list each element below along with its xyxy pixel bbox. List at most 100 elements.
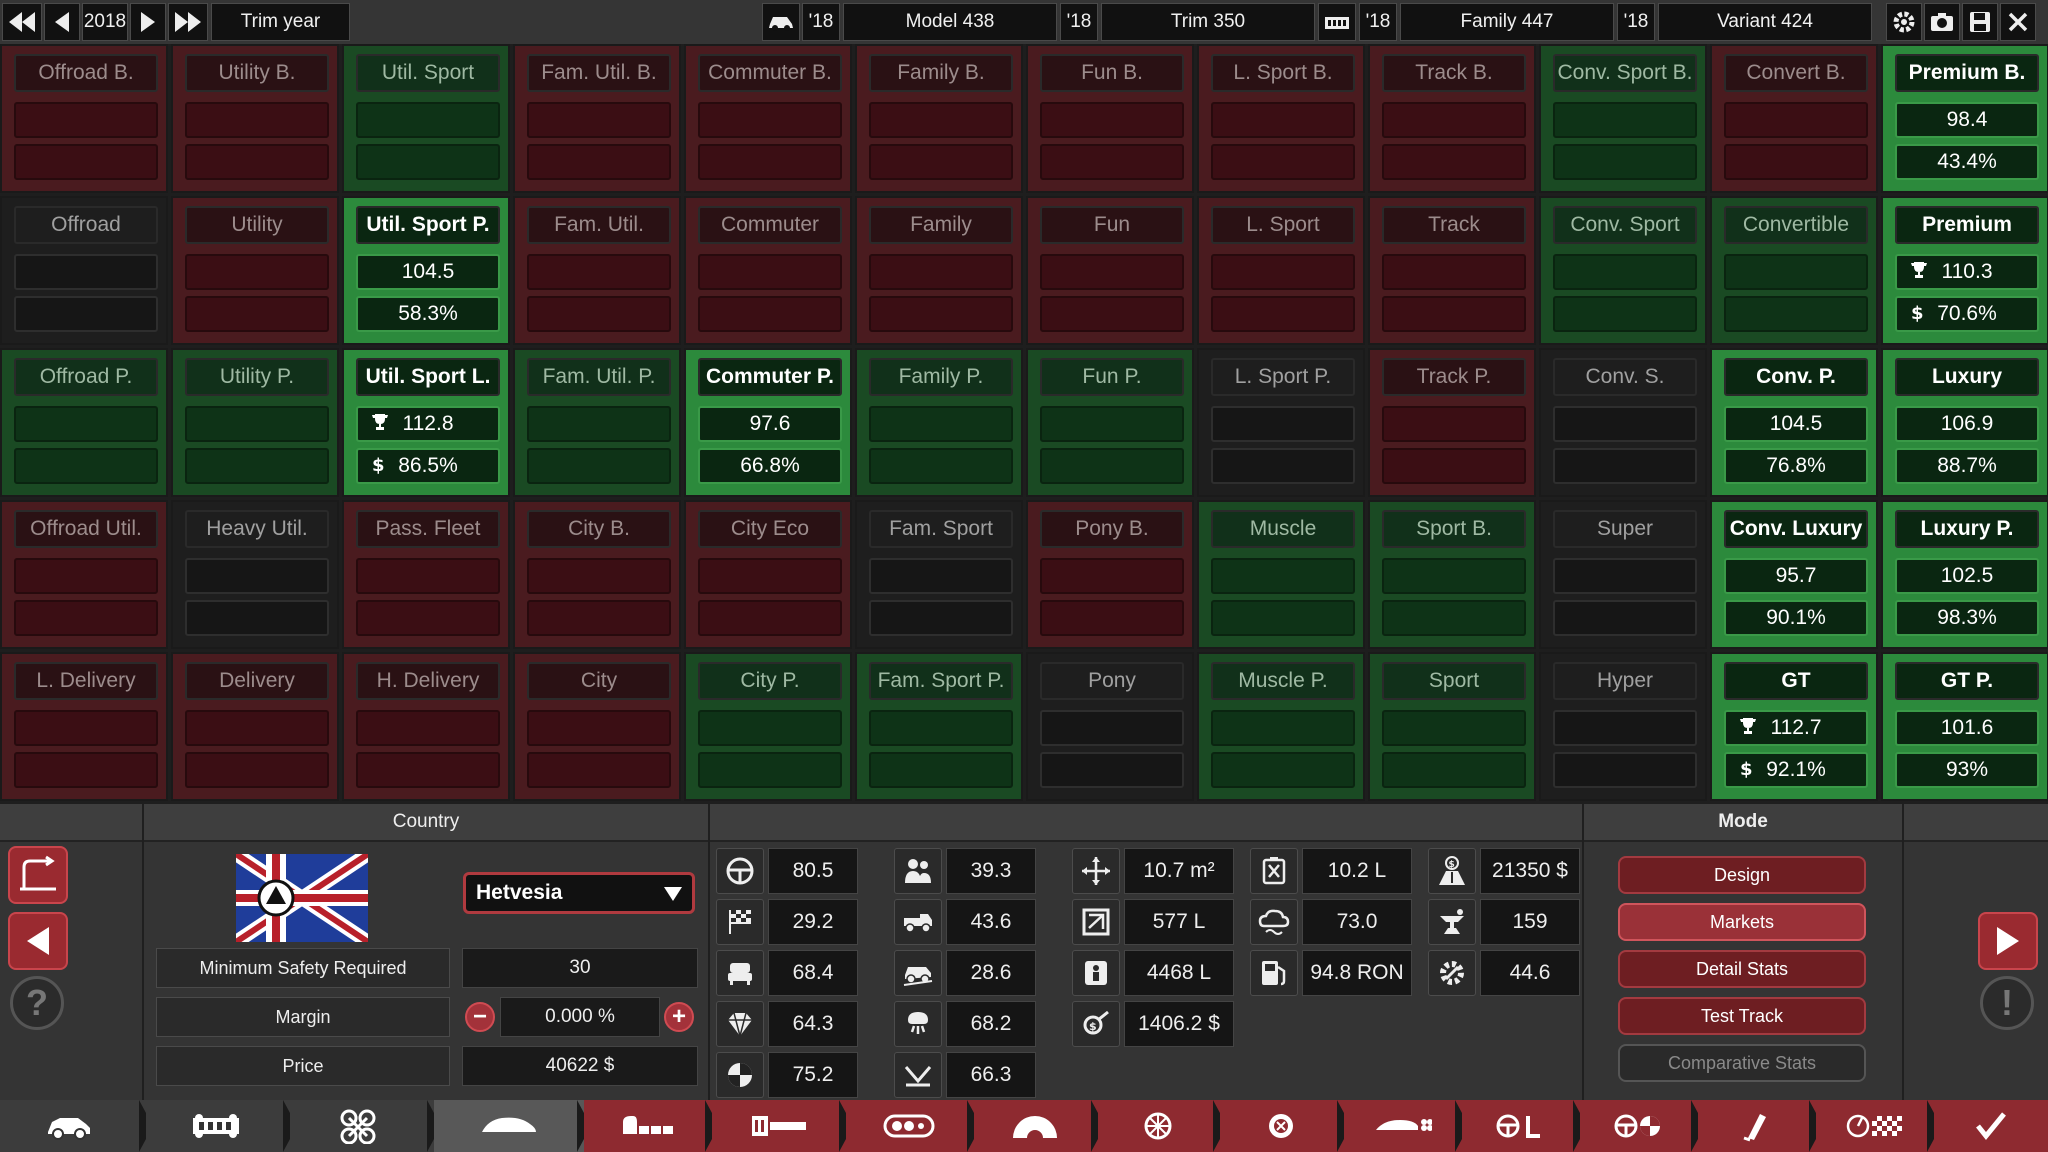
info-button[interactable]: ! [1980, 976, 2034, 1030]
markets-mode-button[interactable]: Markets [1618, 903, 1866, 941]
segment-cell[interactable]: Fam. Util. [513, 196, 681, 345]
segment-cell[interactable]: Fun [1026, 196, 1194, 345]
segment-cell[interactable]: L. Sport P. [1197, 348, 1365, 497]
tab-engine[interactable] [846, 1100, 974, 1152]
segment-cell[interactable]: Convert B. [1710, 44, 1878, 193]
segment-cell[interactable]: Fam. Sport P. [855, 652, 1023, 801]
segment-cell[interactable]: Utility B. [171, 44, 339, 193]
segment-cell[interactable]: Pony [1026, 652, 1194, 801]
margin-decrease-button[interactable]: − [465, 1002, 495, 1032]
segment-cell[interactable]: Fun B. [1026, 44, 1194, 193]
country-select[interactable]: Hetvesia [463, 872, 695, 914]
next-year-button[interactable] [130, 3, 166, 41]
test-track-button[interactable]: Test Track [1618, 997, 1866, 1035]
segment-cell[interactable]: Conv. Sport B. [1539, 44, 1707, 193]
segment-cell[interactable]: Convertible [1710, 196, 1878, 345]
segment-cell[interactable]: Muscle [1197, 500, 1365, 649]
segment-cell[interactable]: Offroad P. [0, 348, 168, 497]
car-model-icon-button[interactable] [762, 3, 800, 41]
prev-year-button[interactable] [44, 3, 80, 41]
segment-cell[interactable]: Util. Sport P. 104.5 58.3% [342, 196, 510, 345]
back-button[interactable] [8, 912, 68, 970]
segment-cell[interactable]: Luxury P. 102.5 98.3% [1881, 500, 2048, 649]
last-year-button[interactable] [168, 3, 208, 41]
segment-cell[interactable]: City Eco [684, 500, 852, 649]
segment-cell[interactable]: City P. [684, 652, 852, 801]
segment-cell[interactable]: Utility P. [171, 348, 339, 497]
segment-cell[interactable]: Premium 110.3 70.6% $ [1881, 196, 2048, 345]
segment-cell[interactable]: Fam. Sport [855, 500, 1023, 649]
segment-cell[interactable]: Offroad [0, 196, 168, 345]
segment-cell[interactable]: Heavy Util. [171, 500, 339, 649]
segment-cell[interactable]: Utility [171, 196, 339, 345]
segment-cell[interactable]: Conv. Luxury 95.7 90.1% [1710, 500, 1878, 649]
design-mode-button[interactable]: Design [1618, 856, 1866, 894]
variant-selector[interactable]: Variant 424 [1658, 3, 1872, 41]
engine-icon-button[interactable] [1318, 3, 1356, 41]
segment-cell[interactable]: GT 112.7 92.1% $ [1710, 652, 1878, 801]
margin-increase-button[interactable]: + [664, 1002, 694, 1032]
tab-fixtures[interactable] [712, 1100, 846, 1152]
close-button[interactable] [2000, 3, 2036, 41]
tab-body[interactable] [434, 1100, 584, 1152]
tab-interior[interactable] [584, 1100, 712, 1152]
segment-cell[interactable]: City [513, 652, 681, 801]
tab-testing[interactable] [1816, 1100, 1934, 1152]
tab-aero[interactable] [1344, 1100, 1462, 1152]
next-button[interactable] [1978, 912, 2038, 970]
segment-cell[interactable]: Conv. Sport [1539, 196, 1707, 345]
segment-cell[interactable]: Super [1539, 500, 1707, 649]
screenshot-button[interactable] [1924, 3, 1960, 41]
tab-gearbox[interactable] [974, 1100, 1098, 1152]
segment-cell[interactable]: GT P. 101.6 93% [1881, 652, 2048, 801]
segment-cell[interactable]: Fam. Util. B. [513, 44, 681, 193]
segment-cell[interactable]: Conv. S. [1539, 348, 1707, 497]
segment-cell[interactable]: Hyper [1539, 652, 1707, 801]
segment-cell[interactable]: Premium B. 98.4 43.4% [1881, 44, 2048, 193]
segment-cell[interactable]: Sport B. [1368, 500, 1536, 649]
tab-tuning[interactable] [1580, 1100, 1698, 1152]
segment-cell[interactable]: Sport [1368, 652, 1536, 801]
model-selector[interactable]: Model 438 [843, 3, 1057, 41]
segment-cell[interactable]: Luxury 106.9 88.7% [1881, 348, 2048, 497]
first-year-button[interactable] [2, 3, 42, 41]
segment-cell[interactable]: Delivery [171, 652, 339, 801]
segment-cell[interactable]: Pass. Fleet [342, 500, 510, 649]
tab-brakes[interactable] [1220, 1100, 1344, 1152]
detail-stats-button[interactable]: Detail Stats [1618, 950, 1866, 988]
segment-cell[interactable]: Util. Sport L. 112.8 86.5% $ [342, 348, 510, 497]
segment-cell[interactable]: Offroad Util. [0, 500, 168, 649]
segment-cell[interactable]: Muscle P. [1197, 652, 1365, 801]
segment-cell[interactable]: H. Delivery [342, 652, 510, 801]
trim-year-button[interactable]: Trim year [211, 3, 350, 41]
tab-paint[interactable] [1698, 1100, 1816, 1152]
segment-cell[interactable]: Track [1368, 196, 1536, 345]
tab-finish[interactable] [1934, 1100, 2048, 1152]
segment-cell[interactable]: Commuter B. [684, 44, 852, 193]
segment-cell[interactable]: Family B. [855, 44, 1023, 193]
segment-cell[interactable]: Pony B. [1026, 500, 1194, 649]
segment-cell[interactable]: Track P. [1368, 348, 1536, 497]
segment-cell[interactable]: Offroad B. [0, 44, 168, 193]
tab-wheels[interactable] [1098, 1100, 1220, 1152]
trim-selector[interactable]: Trim 350 [1101, 3, 1315, 41]
comparative-stats-button[interactable]: Comparative Stats [1618, 1044, 1866, 1082]
segment-cell[interactable]: Util. Sport [342, 44, 510, 193]
settings-button[interactable] [1886, 3, 1922, 41]
family-selector[interactable]: Family 447 [1400, 3, 1614, 41]
segment-cell[interactable]: City B. [513, 500, 681, 649]
save-button[interactable] [1962, 3, 1998, 41]
segment-cell[interactable]: Fun P. [1026, 348, 1194, 497]
tab-car-model[interactable] [0, 1100, 146, 1152]
margin-value[interactable]: 0.000 % [500, 997, 660, 1037]
route-button[interactable] [8, 846, 68, 904]
segment-cell[interactable]: L. Sport [1197, 196, 1365, 345]
help-button[interactable]: ? [10, 976, 64, 1030]
tab-safety[interactable] [1462, 1100, 1580, 1152]
segment-cell[interactable]: Track B. [1368, 44, 1536, 193]
tab-chassis[interactable] [146, 1100, 290, 1152]
segment-cell[interactable]: Family P. [855, 348, 1023, 497]
segment-cell[interactable]: L. Sport B. [1197, 44, 1365, 193]
tab-suspension[interactable] [290, 1100, 434, 1152]
segment-cell[interactable]: Conv. P. 104.5 76.8% [1710, 348, 1878, 497]
